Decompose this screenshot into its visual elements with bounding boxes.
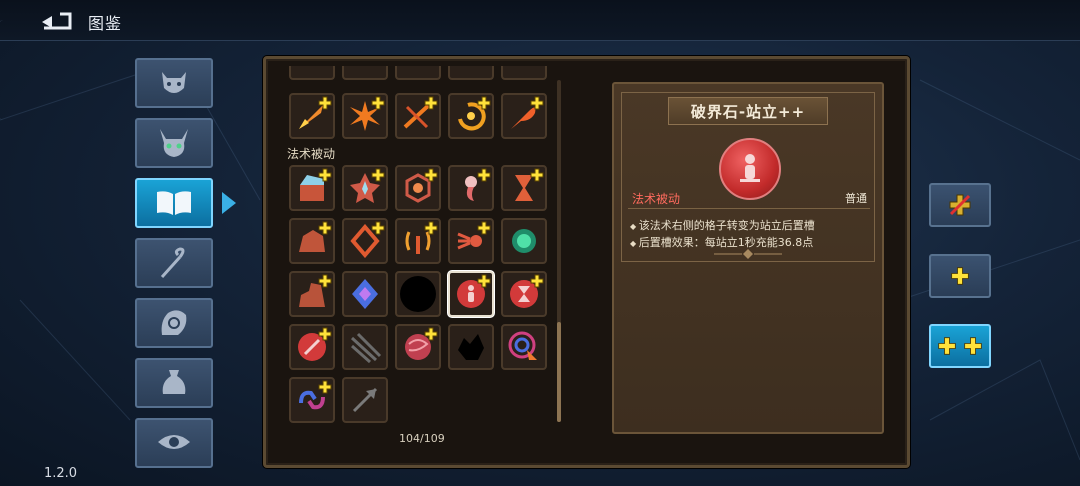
spell-slot[interactable] [342,377,388,423]
spell-slot[interactable] [395,165,441,211]
spell-slot[interactable] [501,271,547,317]
spell-slot[interactable] [289,271,335,317]
open-book-icon [157,191,191,215]
spell-slot[interactable] [448,165,494,211]
upgrade-level-0-button[interactable] [929,183,991,227]
plus-badge-icon [318,274,332,288]
spell-slot[interactable] [289,165,335,211]
back-icon[interactable] [40,8,76,32]
horned-skull-icon [160,129,188,157]
item-type: 法术被动 [632,192,681,206]
spell-slot[interactable] [342,324,388,370]
spell-slot[interactable] [395,66,441,80]
spell-slot[interactable] [501,218,547,264]
locked-slot-icon [400,276,436,312]
spell-slot[interactable] [448,324,494,370]
upgrade-level-1-button[interactable] [929,254,991,298]
spell-slot[interactable] [501,324,547,370]
plus-badge-icon [318,168,332,182]
plus-badge-icon [477,96,491,110]
collection-counter: 104/109 [399,432,445,445]
item-description: 该法术右侧的格子转变为站立后置槽 后置槽效果：每站立1秒充能36.8点 [630,218,815,252]
plus-badge-icon [477,274,491,288]
spell-slot[interactable] [395,324,441,370]
spell-slot[interactable] [289,66,335,80]
sidebar-tab-eye[interactable] [135,418,213,468]
spell-slot[interactable] [342,93,388,139]
spell-slot[interactable] [448,218,494,264]
plus-icon [938,337,956,355]
spell-slot[interactable] [501,165,547,211]
spell-slot[interactable] [289,93,335,139]
spell-slot[interactable] [501,66,547,80]
spell-slot[interactable] [289,218,335,264]
spell-slot[interactable] [395,93,441,139]
plus-badge-icon [530,274,544,288]
plus-badge-icon [318,96,332,110]
stand-seal-icon [719,138,781,200]
section-label: 法术被动 [287,147,336,161]
plus-badge-icon [318,221,332,235]
plus-badge-icon [424,221,438,235]
no-plus-icon [949,194,971,216]
item-name: 破界石-站立++ [668,97,828,125]
sidebar-tab-staff[interactable] [135,238,213,288]
spell-slot[interactable] [501,93,547,139]
spell-slot[interactable] [448,93,494,139]
divider [628,208,870,209]
spell-slot[interactable] [289,377,335,423]
eye-icon [158,435,190,449]
pouch-icon [162,370,186,394]
plus-badge-icon [530,96,544,110]
page-title: 图鉴 [88,14,123,33]
sidebar-tab-codex[interactable] [135,178,213,228]
sidebar-tab-monster[interactable] [135,58,213,108]
spell-slot[interactable] [395,218,441,264]
target-cursor-icon [508,331,537,360]
hand-orb-icon [161,310,187,335]
description-line: 该法术右侧的格子转变为站立后置槽 [630,218,815,235]
sidebar-tab-boss[interactable] [135,118,213,168]
sidebar-tab-item[interactable] [135,358,213,408]
scrollbar-thumb[interactable] [557,322,561,422]
spell-slot[interactable] [395,271,441,317]
plus-badge-icon [477,221,491,235]
spell-slot[interactable] [342,271,388,317]
spell-slot[interactable] [289,324,335,370]
needles-icon [350,332,382,364]
item-rarity: 普通 [845,192,867,205]
plus-badge-icon [477,168,491,182]
staff-icon [160,247,185,279]
arrow-icon [352,387,378,413]
version-label: 1.2.0 [44,466,78,481]
locked-silhouette-icon [458,334,484,360]
top-bar: 图鉴 [0,0,1080,41]
demon-face-icon [162,72,186,93]
plus-icon [964,337,982,355]
plus-badge-icon [318,380,332,394]
upgrade-level-2-button[interactable] [929,324,991,368]
plus-badge-icon [424,168,438,182]
plus-badge-icon [318,327,332,341]
blue-crystal-icon [352,279,378,309]
sidebar-tab-relic[interactable] [135,298,213,348]
spell-slot[interactable] [448,66,494,80]
spell-slot[interactable] [342,165,388,211]
active-tab-arrow [222,192,236,214]
ornament-icon [714,249,782,259]
plus-badge-icon [530,168,544,182]
plus-badge-icon [371,96,385,110]
spell-slot[interactable] [342,66,388,80]
plus-icon [951,267,969,285]
plus-badge-icon [424,96,438,110]
spell-slot[interactable] [342,218,388,264]
green-orb-icon [512,229,536,253]
plus-badge-icon [371,221,385,235]
plus-badge-icon [371,168,385,182]
spell-slot-selected[interactable] [448,271,494,317]
plus-badge-icon [424,327,438,341]
